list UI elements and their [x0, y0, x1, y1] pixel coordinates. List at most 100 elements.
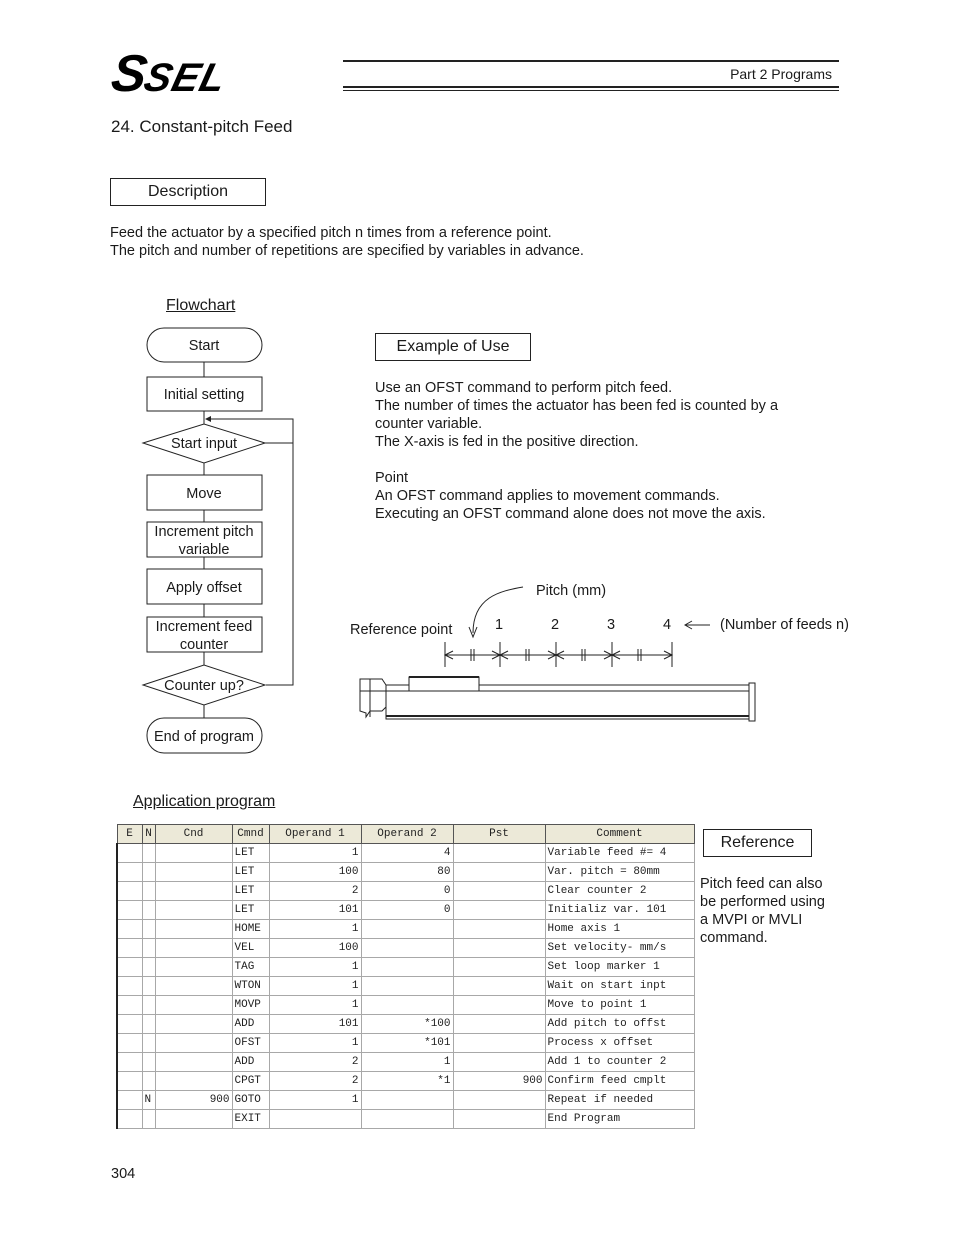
table-cell: Move to point 1 [544, 995, 695, 1015]
table-cell [268, 1109, 362, 1129]
table-cell: LET [231, 843, 270, 863]
table-cell: OFST [231, 1033, 270, 1053]
sSEL-logo: SSEL [108, 44, 231, 104]
table-cell [141, 1014, 156, 1034]
table-cell [141, 995, 156, 1015]
table-cell [452, 919, 546, 939]
table-cell [141, 957, 156, 977]
loop-back-line-counter [266, 419, 294, 686]
table-cell: Wait on start inpt [544, 976, 695, 996]
program-table: E N Cnd Cmnd Operand 1 Operand 2 Pst Com… [116, 824, 695, 1129]
table-cell [452, 957, 546, 977]
table-cell [141, 919, 156, 939]
table-cell [154, 957, 233, 977]
col-header: E [116, 824, 143, 844]
table-cell [154, 919, 233, 939]
table-row: CPGT 2 *1 900 Confirm feed cmplt [116, 1071, 695, 1091]
table-cell: 1 [360, 1052, 454, 1072]
table-cell [154, 881, 233, 901]
reference-text: Pitch feed can also be performed using a… [700, 875, 825, 947]
reference-label: Reference [703, 829, 812, 857]
feed-number: 1 [495, 617, 503, 633]
col-header: Operand 2 [360, 824, 454, 844]
description-line: Feed the actuator by a specified pitch n… [110, 225, 552, 241]
table-cell: LET [231, 881, 270, 901]
end-text: End of program [154, 729, 254, 745]
table-cell: 1 [268, 1033, 362, 1053]
table-cell [141, 900, 156, 920]
table-cell [116, 1090, 143, 1110]
table-cell [154, 995, 233, 1015]
table-cell: Add pitch to offst [544, 1014, 695, 1034]
start-text: Start [189, 338, 220, 354]
table-cell [116, 919, 143, 939]
table-cell: ADD [231, 1052, 270, 1072]
example-line: The X-axis is fed in the positive direct… [375, 434, 639, 450]
table-cell [116, 1109, 143, 1129]
flowchart-title: Flowchart [166, 297, 236, 314]
point-title: Point [375, 470, 409, 486]
start-input-text: Start input [171, 436, 237, 452]
table-cell [141, 1052, 156, 1072]
increment-pitch-text: Increment pitch [154, 524, 253, 540]
table-cell [154, 976, 233, 996]
description-label: Description [110, 178, 266, 206]
table-cell [116, 957, 143, 977]
logo-sel: SEL [139, 56, 232, 100]
table-cell [116, 995, 143, 1015]
table-row: OFST 1 *101 Process x offset [116, 1033, 695, 1053]
table-cell: 2 [268, 1052, 362, 1072]
table-cell [452, 843, 546, 863]
table-cell [116, 843, 143, 863]
table-cell [360, 938, 454, 958]
example-text: Use an OFST command to perform pitch fee… [375, 379, 778, 523]
table-cell [360, 1090, 454, 1110]
table-cell [141, 1109, 156, 1129]
table-cell [116, 938, 143, 958]
table-cell [360, 1109, 454, 1129]
table-row: N 900 GOTO 1 Repeat if needed [116, 1090, 695, 1110]
col-header: Operand 1 [268, 824, 362, 844]
table-cell [452, 1109, 546, 1129]
table-cell: 0 [360, 881, 454, 901]
table-cell [116, 1052, 143, 1072]
table-cell [452, 900, 546, 920]
initial-setting-text: Initial setting [164, 387, 245, 403]
table-cell: Variable feed #= 4 [544, 843, 695, 863]
feed-number: 3 [607, 617, 615, 633]
header-rule-bottom-thin [343, 90, 839, 91]
table-cell [116, 1033, 143, 1053]
table-cell: TAG [231, 957, 270, 977]
program-title: Application program [133, 793, 276, 810]
section-title: 24. Constant-pitch Feed [111, 117, 293, 136]
table-cell: End Program [544, 1109, 695, 1129]
table-cell [360, 995, 454, 1015]
header-rule-bottom [343, 86, 839, 88]
actuator-motor-end [359, 678, 387, 719]
table-cell: 101 [268, 900, 362, 920]
table-cell [116, 862, 143, 882]
table-row: HOME 1 Home axis 1 [116, 919, 695, 939]
table-row: EXIT End Program [116, 1109, 695, 1129]
table-cell [141, 1071, 156, 1091]
table-cell [360, 957, 454, 977]
table-cell [116, 1071, 143, 1091]
table-cell: CPGT [231, 1071, 270, 1091]
example-label: Example of Use [375, 333, 531, 361]
table-cell: 1 [268, 843, 362, 863]
table-cell: N [141, 1090, 156, 1110]
feed-number: 4 [663, 617, 671, 633]
table-cell: Confirm feed cmplt [544, 1071, 695, 1091]
feed-number: 2 [551, 617, 559, 633]
table-row: WTON 1 Wait on start inpt [116, 976, 695, 996]
table-cell: 1 [268, 995, 362, 1015]
table-cell [116, 881, 143, 901]
header-rule-top [343, 60, 839, 62]
table-cell: 4 [360, 843, 454, 863]
table-cell [141, 862, 156, 882]
table-cell [452, 1033, 546, 1053]
table-cell: 2 [268, 1071, 362, 1091]
table-cell: *100 [360, 1014, 454, 1034]
table-cell: Initializ var. 101 [544, 900, 695, 920]
table-cell [154, 1052, 233, 1072]
